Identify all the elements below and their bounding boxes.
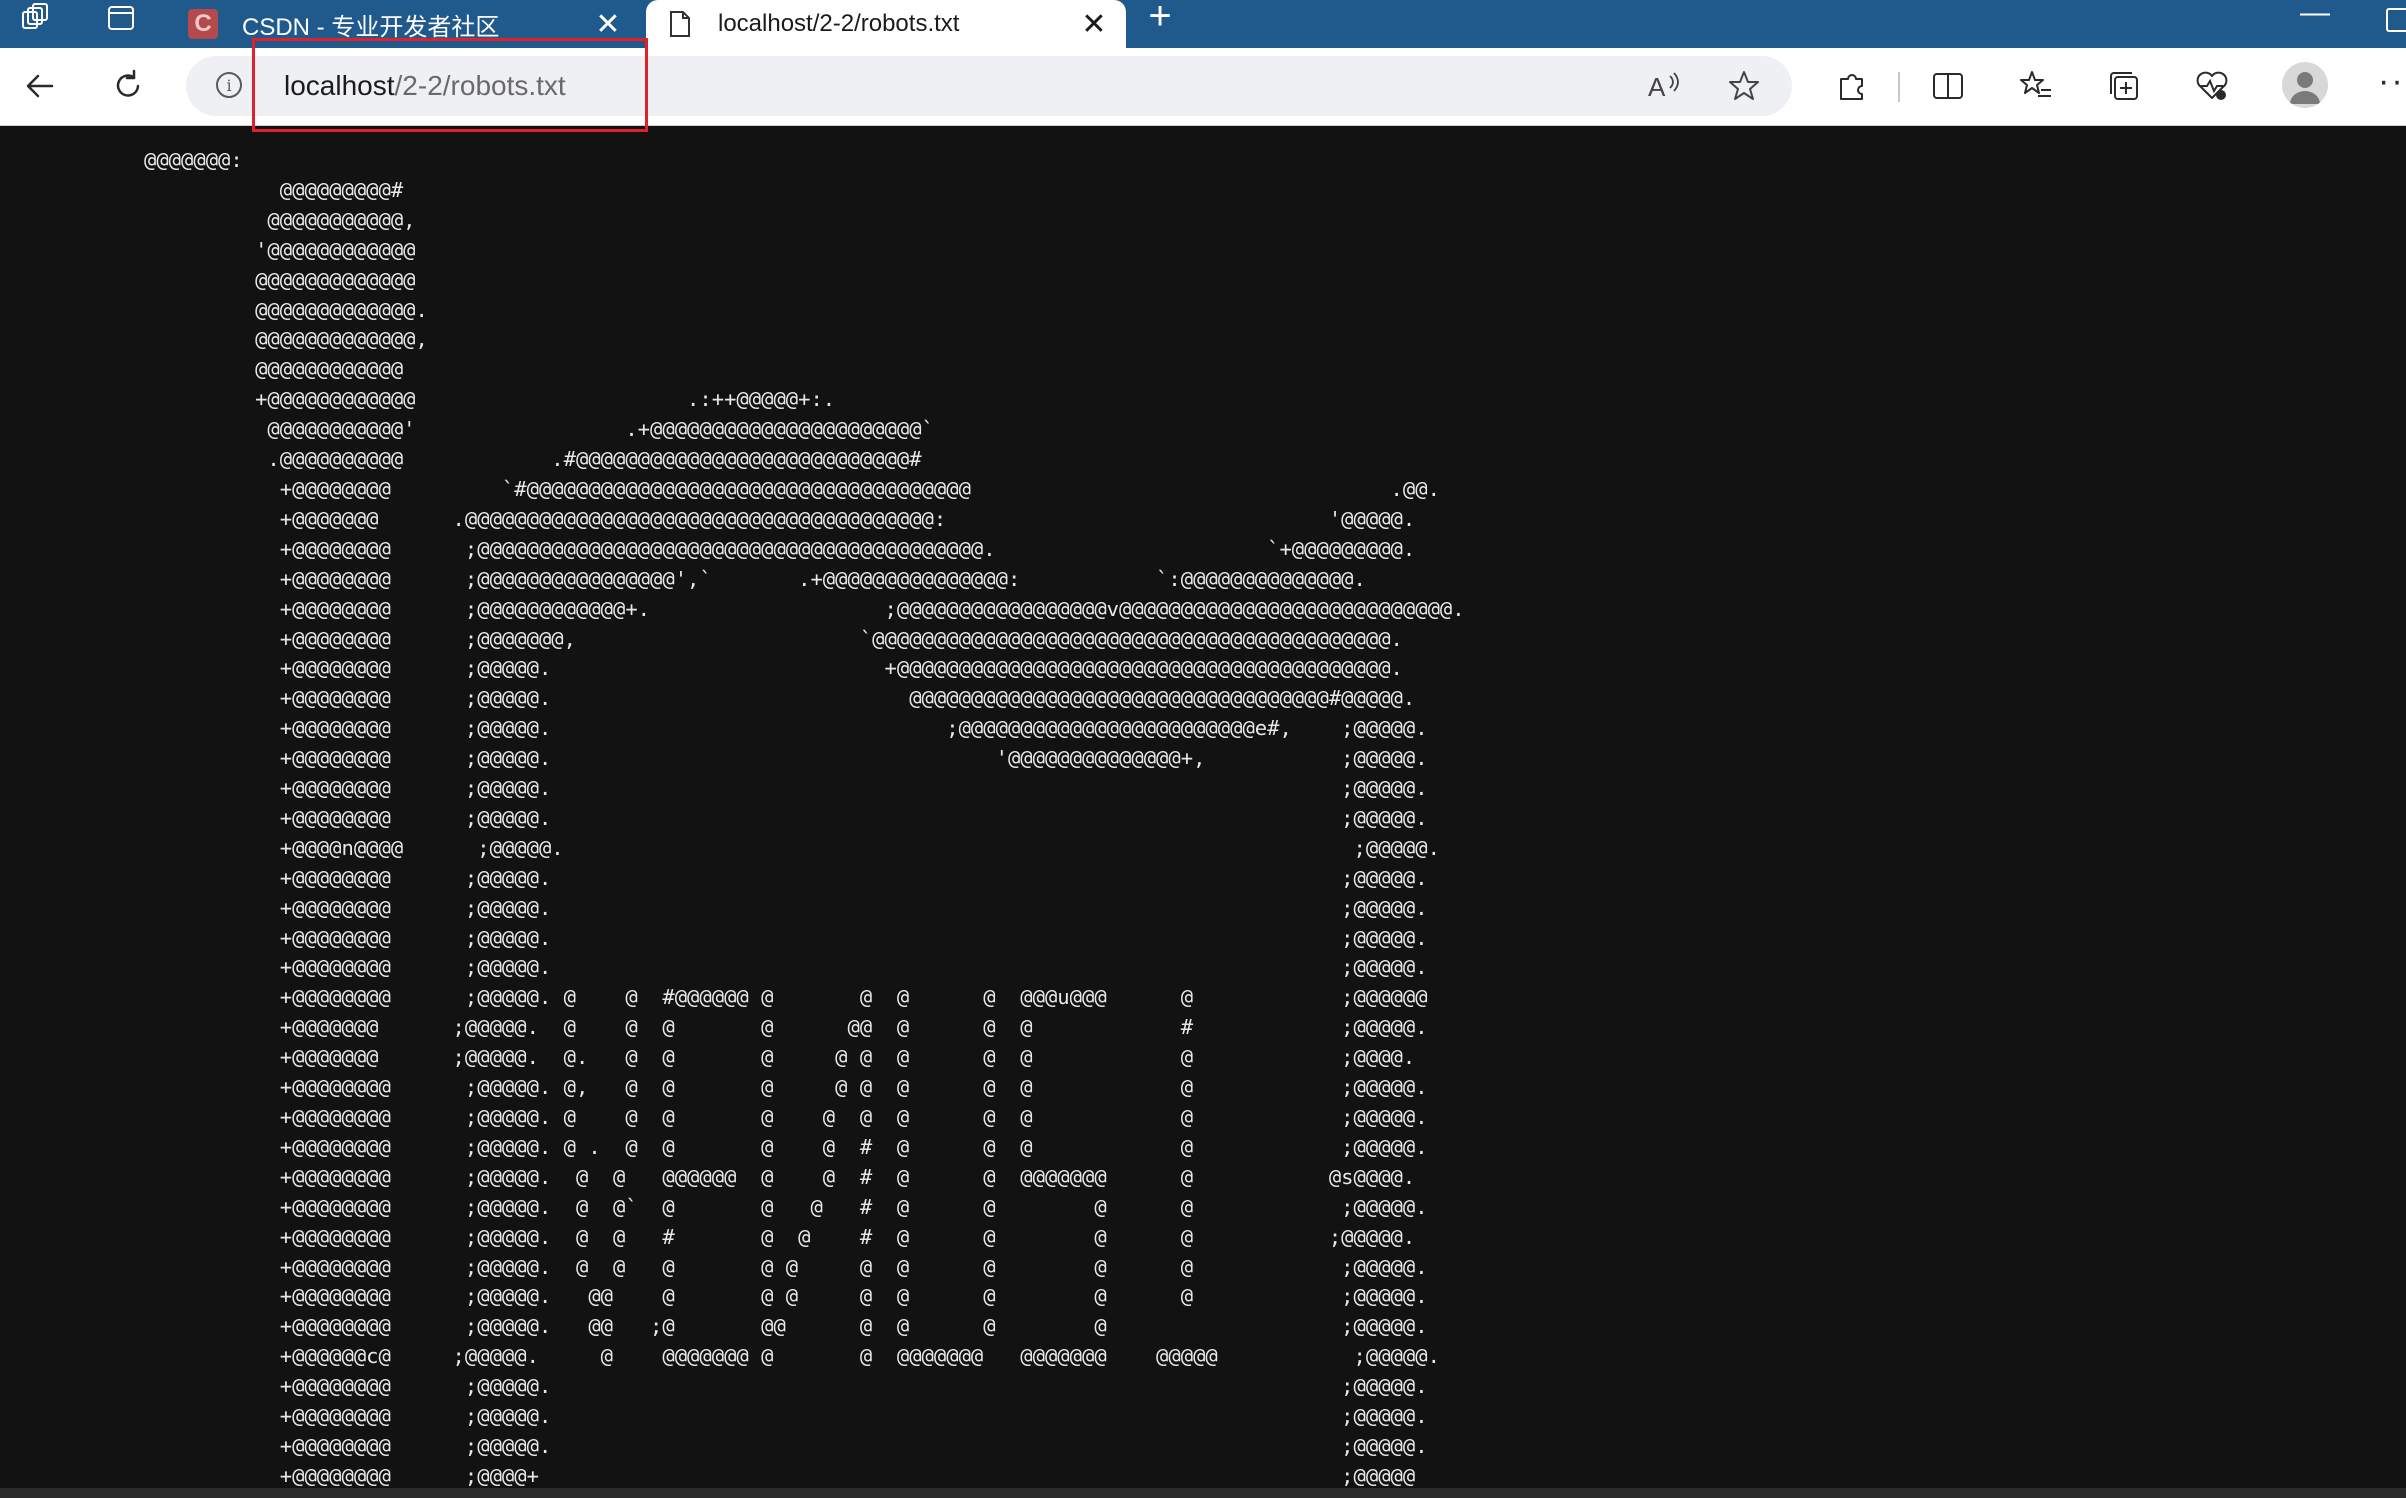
csdn-favicon-icon: C [188, 9, 218, 39]
favorites-list-icon [2020, 71, 2051, 97]
extensions-button[interactable] [1828, 62, 1876, 110]
robots-txt-ascii-art: @@@@@@@: @@@@@@@@@# @@@@@@@@@@@, '@@@@@@… [144, 148, 1465, 1488]
collections-icon [2110, 72, 2138, 100]
profile-avatar[interactable] [2282, 62, 2328, 108]
heart-pulse-icon [2196, 71, 2228, 100]
tab-robots[interactable]: localhost/2-2/robots.txt ✕ [646, 0, 1126, 48]
favorite-star-icon[interactable] [1726, 68, 1762, 104]
user-icon [2290, 72, 2320, 104]
url-highlight-box [252, 38, 648, 132]
toolbar-divider [1898, 72, 1900, 102]
svg-text:A: A [1648, 72, 1666, 102]
tab-actions-icon[interactable] [96, 0, 146, 36]
back-arrow-icon [26, 74, 54, 98]
document-icon [668, 10, 692, 38]
close-icon[interactable]: ✕ [1076, 7, 1112, 42]
new-tab-button[interactable]: + [1142, 0, 1178, 36]
close-icon[interactable]: ✕ [590, 7, 626, 42]
workspaces-icon[interactable] [10, 0, 60, 36]
split-screen-button[interactable] [1924, 62, 1972, 110]
split-screen-icon [1933, 73, 1963, 99]
collections-button[interactable] [2100, 62, 2148, 110]
back-button[interactable] [16, 62, 64, 110]
browser-essentials-button[interactable] [2188, 62, 2236, 110]
minimize-button[interactable]: — [2295, 0, 2335, 36]
read-aloud-icon[interactable]: A [1646, 68, 1682, 104]
puzzle-icon [1840, 74, 1863, 100]
refresh-icon [116, 69, 140, 97]
horizontal-scrollbar[interactable] [0, 1488, 2406, 1498]
refresh-button[interactable] [104, 62, 152, 110]
tab-title: CSDN - 专业开发者社区 [242, 13, 500, 41]
info-icon[interactable]: i [216, 72, 242, 98]
maximize-button[interactable] [2386, 8, 2406, 32]
tab-title: localhost/2-2/robots.txt [718, 10, 960, 37]
more-options-icon[interactable]: ··· [2378, 62, 2406, 101]
page-content: @@@@@@@: @@@@@@@@@# @@@@@@@@@@@, '@@@@@@… [0, 126, 2406, 1498]
favorites-button[interactable] [2012, 62, 2060, 110]
